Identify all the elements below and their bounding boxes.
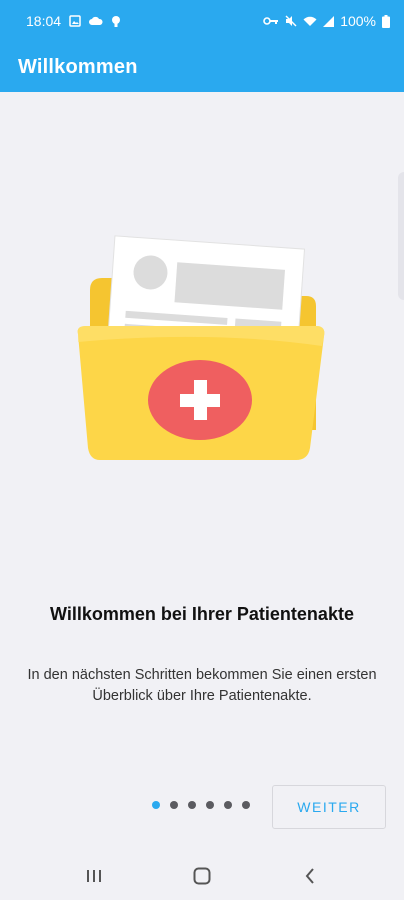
- cloud-icon: [89, 16, 103, 25]
- patient-record-folder-illustration: [77, 235, 325, 460]
- battery-icon: [382, 14, 390, 28]
- edge-panel-handle[interactable]: [398, 172, 404, 300]
- status-time: 18:04: [26, 13, 62, 29]
- page-dot-active: [152, 801, 160, 809]
- home-icon: [193, 867, 211, 885]
- bulb-icon: [112, 15, 121, 27]
- page-dot: [242, 801, 250, 809]
- app-bar: Willkommen: [0, 42, 404, 92]
- key-icon: [263, 17, 279, 25]
- back-button[interactable]: [290, 856, 330, 896]
- page-dot: [206, 801, 214, 809]
- page-indicator: [152, 801, 250, 809]
- page-dot: [188, 801, 196, 809]
- page-title: Willkommen: [18, 55, 138, 78]
- home-button[interactable]: [182, 856, 222, 896]
- page-dot: [224, 801, 232, 809]
- recent-apps-icon: [87, 870, 101, 882]
- mute-icon: [285, 15, 297, 27]
- photo-icon: [69, 15, 81, 27]
- battery-percent: 100%: [340, 13, 376, 29]
- wifi-icon: [303, 16, 317, 26]
- recent-apps-button[interactable]: [74, 856, 114, 896]
- signal-icon: [323, 15, 335, 27]
- next-button[interactable]: WEITER: [272, 785, 386, 829]
- onboarding-heading: Willkommen bei Ihrer Patientenakte: [50, 604, 354, 624]
- system-nav-bar: [0, 852, 404, 900]
- status-bar: 18:04 100%: [0, 0, 404, 42]
- page-dot: [170, 801, 178, 809]
- back-icon: [305, 868, 314, 884]
- onboarding-description: In den nächsten Schritten bekommen Sie e…: [27, 667, 377, 704]
